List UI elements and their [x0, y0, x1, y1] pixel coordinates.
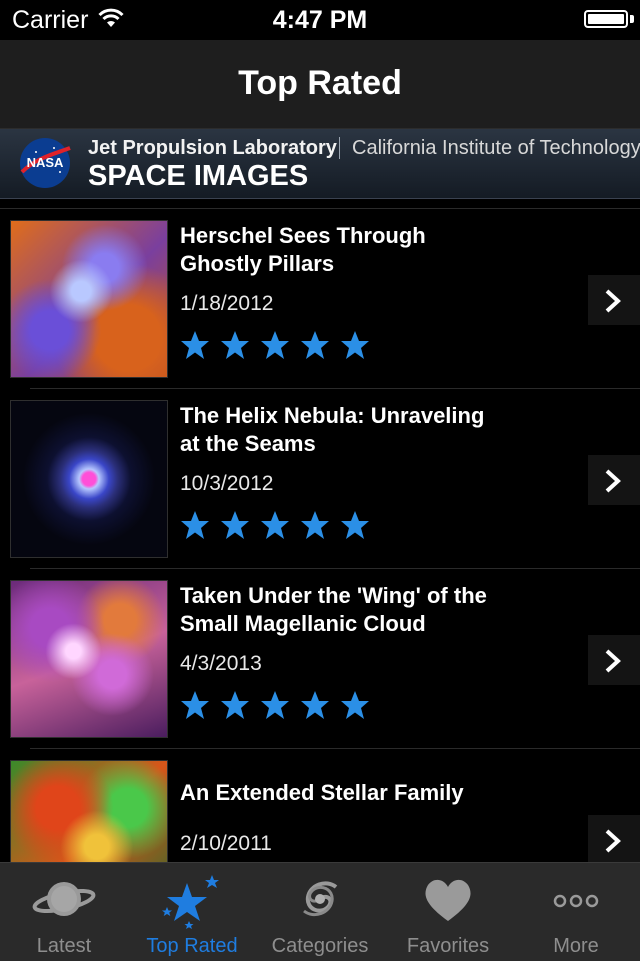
heart-icon [425, 879, 471, 921]
svg-text:NASA: NASA [27, 155, 64, 170]
rating-star-icon [301, 691, 329, 719]
tab-label: More [553, 935, 599, 957]
rating-star-icon [341, 691, 369, 719]
jpl-label: Jet Propulsion Laboratory [88, 137, 337, 159]
rating-star-icon [341, 511, 369, 539]
tab-more[interactable]: More [512, 863, 640, 961]
rating-star-icon [221, 691, 249, 719]
item-date: 1/18/2012 [180, 292, 274, 315]
list-item[interactable]: The Helix Nebula: Unraveling at the Seam… [0, 389, 640, 569]
rating-star-icon [301, 331, 329, 359]
saturn-icon [32, 882, 96, 916]
rating-star-icon [261, 331, 289, 359]
item-date: 10/3/2012 [180, 472, 274, 495]
rating-star-icon [301, 511, 329, 539]
nasa-logo: NASA [20, 138, 71, 188]
tab-favorites[interactable]: Favorites [384, 863, 512, 961]
disclosure-button[interactable] [588, 635, 640, 685]
star-icon [162, 875, 219, 929]
disclosure-button[interactable] [588, 275, 640, 325]
rating-star-icon [181, 511, 209, 539]
chevron-right-icon [605, 649, 621, 673]
chevron-right-icon [605, 829, 621, 853]
galaxy-icon [303, 881, 338, 917]
thumbnail-image [10, 220, 168, 378]
list-item[interactable]: Herschel Sees Through Ghostly Pillars 1/… [0, 209, 640, 389]
status-bar: Carrier 4:47 PM [0, 0, 640, 40]
clock: 4:47 PM [272, 6, 368, 34]
more-icon [553, 894, 599, 908]
list-item[interactable]: An Extended Stellar Family 2/10/2011 [0, 749, 640, 863]
item-date: 2/10/2011 [180, 832, 272, 855]
tab-top-rated[interactable]: Top Rated [128, 863, 256, 961]
tab-bar: Latest Top Rated Categories Favorites Mo… [0, 862, 640, 961]
rating-star-icon [261, 691, 289, 719]
list-item[interactable]: Taken Under the 'Wing' of the Small Mage… [0, 569, 640, 749]
tab-categories[interactable]: Categories [256, 863, 384, 961]
item-title: Herschel Sees Through Ghostly Pillars [180, 223, 426, 276]
rating-star-icon [341, 331, 369, 359]
image-list[interactable]: Herschel Sees Through Ghostly Pillars 1/… [0, 208, 640, 863]
tab-label: Top Rated [146, 935, 238, 957]
jpl-banner: NASA Jet Propulsion Laboratory Californi… [0, 129, 640, 199]
space-images-label: SPACE IMAGES [88, 160, 309, 192]
battery-cap [630, 15, 634, 23]
rating-star-icon [221, 331, 249, 359]
item-title: Taken Under the 'Wing' of the Small Mage… [180, 583, 487, 636]
battery-icon [584, 10, 628, 28]
thumbnail-image [10, 400, 168, 558]
tab-latest[interactable]: Latest [0, 863, 128, 961]
chevron-right-icon [605, 289, 621, 313]
rating-star-icon [261, 511, 289, 539]
rating-star-icon [221, 511, 249, 539]
tab-label: Categories [271, 935, 369, 957]
item-title: The Helix Nebula: Unraveling at the Seam… [180, 403, 485, 456]
tab-label: Favorites [406, 935, 490, 957]
disclosure-button[interactable] [588, 455, 640, 505]
thumbnail-image [10, 760, 168, 863]
caltech-label: California Institute of Technology [352, 137, 640, 159]
rating-star-icon [181, 691, 209, 719]
disclosure-button[interactable] [588, 815, 640, 863]
chevron-right-icon [605, 469, 621, 493]
page-title: Top Rated [238, 64, 402, 102]
item-date: 4/3/2013 [180, 652, 262, 675]
item-title: An Extended Stellar Family [180, 780, 464, 805]
banner-divider [339, 137, 340, 159]
tab-label: Latest [36, 935, 92, 957]
navigation-bar: Top Rated [0, 40, 640, 129]
rating-star-icon [181, 331, 209, 359]
thumbnail-image [10, 580, 168, 738]
